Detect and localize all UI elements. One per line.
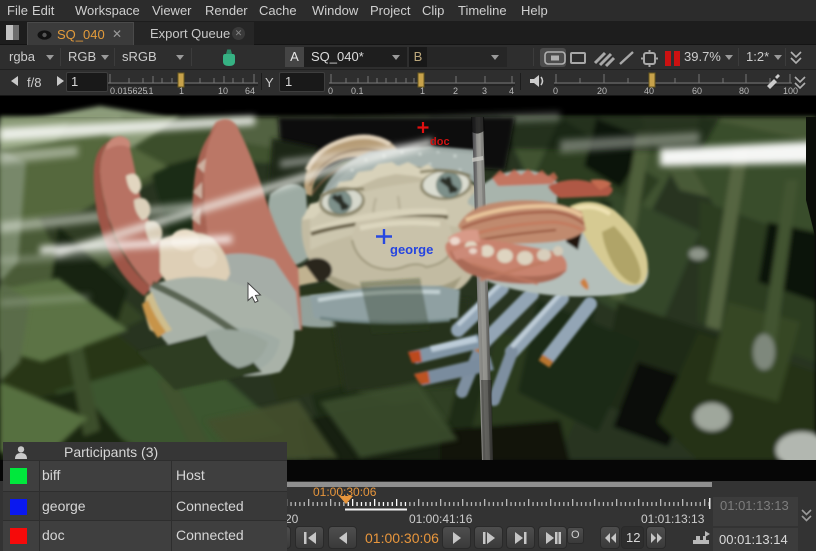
svg-text:0: 0 bbox=[328, 86, 333, 96]
svg-text:80: 80 bbox=[739, 86, 749, 96]
svg-text:10: 10 bbox=[218, 86, 228, 96]
svg-text:60: 60 bbox=[692, 86, 702, 96]
svg-text:40: 40 bbox=[644, 86, 654, 96]
svg-text:0.1: 0.1 bbox=[351, 86, 364, 96]
svg-text:4: 4 bbox=[509, 86, 514, 96]
svg-text:1: 1 bbox=[420, 86, 425, 96]
svg-text:3: 3 bbox=[482, 86, 487, 96]
svg-text:64: 64 bbox=[245, 86, 255, 96]
svg-text:1: 1 bbox=[179, 86, 184, 96]
svg-text:george: george bbox=[390, 242, 433, 257]
svg-text:20: 20 bbox=[597, 86, 607, 96]
svg-text:0.015625: 0.015625 bbox=[110, 86, 148, 96]
svg-text:0: 0 bbox=[553, 86, 558, 96]
svg-text:doc: doc bbox=[430, 136, 450, 148]
svg-text:2: 2 bbox=[453, 86, 458, 96]
svg-text:.1: .1 bbox=[146, 86, 154, 96]
